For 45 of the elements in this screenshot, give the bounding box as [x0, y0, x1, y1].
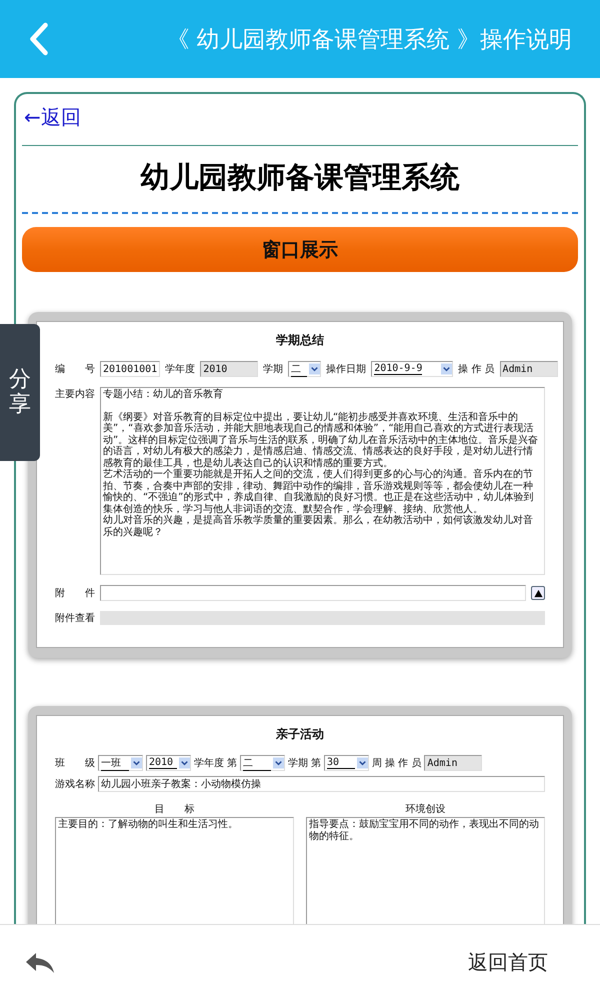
chevron-down-icon	[357, 757, 368, 769]
form-label: 操 作 员	[458, 363, 495, 376]
form-title: 学期总结	[275, 332, 325, 349]
text-field[interactable]: 201001001	[100, 361, 160, 377]
dropdown[interactable]: 2010-9-9	[371, 361, 454, 377]
chevron-down-icon	[273, 757, 284, 769]
dropdown[interactable]: 二	[288, 361, 322, 377]
form-label: 第	[311, 757, 321, 770]
form-label: 操作日期	[326, 362, 366, 376]
chevron-down-icon	[179, 757, 190, 769]
form-label: 第	[227, 757, 237, 770]
file-field[interactable]	[100, 585, 526, 601]
chevron-down-icon	[441, 363, 452, 375]
column-heading: 环境创设	[404, 802, 446, 816]
share-tab[interactable]: 分享	[0, 324, 40, 461]
form-label: 附 件	[55, 587, 95, 600]
form-label: 主要内容	[55, 388, 95, 401]
form-label: 编 号	[55, 362, 95, 376]
text-field[interactable]: 幼儿园小班亲子教案：小动物模仿操	[98, 776, 545, 792]
back-arrow-icon[interactable]	[24, 950, 56, 974]
form-label: 附件查看	[55, 612, 95, 625]
form-label: 学期	[288, 756, 308, 770]
chevron-down-icon	[309, 363, 320, 375]
section-button[interactable]: 窗口展示	[22, 227, 578, 272]
form-label: 操 作 员	[385, 757, 422, 770]
form-label: 班 级	[55, 756, 95, 770]
column-heading: 目 标	[154, 802, 196, 816]
dropdown[interactable]: 2010	[146, 755, 191, 771]
back-link[interactable]: ←返回	[24, 104, 81, 131]
page-title: 幼儿园教师备课管理系统	[140, 159, 460, 196]
form-label: 学期	[263, 362, 284, 376]
dropdown[interactable]: 二	[240, 755, 285, 771]
dropdown[interactable]: 一班	[98, 755, 143, 771]
form-label: 周	[372, 757, 382, 770]
chevron-down-icon	[131, 757, 142, 769]
home-link[interactable]: 返回首页	[468, 949, 548, 976]
header-title: 《 幼儿园教师备课管理系统 》操作说明	[166, 26, 572, 54]
form-title: 亲子活动	[275, 726, 325, 743]
form-label: 学年度	[165, 362, 196, 376]
triangle-up-icon	[534, 588, 542, 598]
upload-button[interactable]	[531, 586, 545, 600]
dropdown[interactable]: 30	[324, 755, 369, 771]
form-label: 游戏名称	[55, 778, 95, 791]
form-label: 学年度	[194, 756, 224, 770]
text-area[interactable]: 专题小结：幼儿的音乐教育 新《纲要》对音乐教育的目标定位中提出，要让幼儿“能初步感受并喜欢环境、生活和音乐中的美”，“喜欢参加音乐活动，并能大胆地表现自己的情感和体验”，“能用自己喜欢的方式进行表现活动”。这样的目标定位强调了音乐与生活的联系，明确了幼儿在音乐活动中的主体地位。音乐是兴奋的语言，对幼儿有极大的感染力，是情感启迪、情感交流、情感表达的良好手段，是对幼儿进行情感教育的最佳工具，也是幼儿表达自己的认识和情感的重要方式。 艺术活动的一个重要功能就是开拓人之间的交流，使人们得到更多的心与心的沟通。音乐内在的节拍、节奏，合奏中声部的安排，律动、舞蹈中动作的编排，音乐游戏规则等等，都会使幼儿在一种愉快的、“不强迫”的形式中，养成自律、自我激励的良好习惯。也正是在这些活动中，幼儿体验到集体创造的快乐，学习与他人非词语的交流、默契合作，学会理解、接纳、欣赏他人。 幼儿对音乐的兴趣，是提高音乐教学质量的重要因素。那么，在幼教活动中，如何该激发幼儿对音乐的兴趣呢？	[100, 387, 545, 575]
